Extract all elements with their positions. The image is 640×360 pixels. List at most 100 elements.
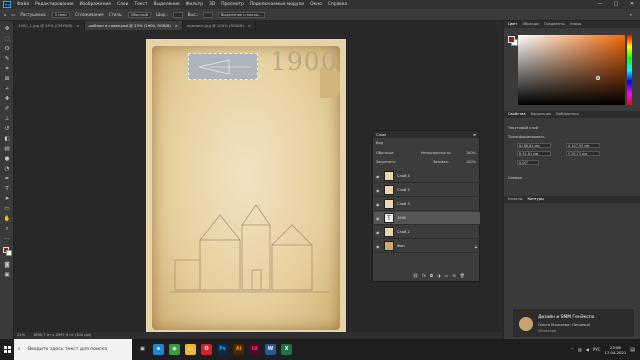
quick-mask-icon[interactable]: ◙	[3, 261, 11, 269]
shape-tool-icon[interactable]: ▭	[3, 205, 11, 213]
marquee-tool-icon[interactable]: ⬚	[3, 35, 11, 43]
link-layers-icon[interactable]: ⛓	[413, 273, 418, 278]
photoshop-icon[interactable]: Ps	[217, 344, 228, 355]
zoom-tool-icon[interactable]: ⌕	[3, 225, 11, 233]
more-tools-icon[interactable]: ⋯	[3, 235, 11, 243]
hue-slider[interactable]	[627, 35, 632, 105]
height-field[interactable]: В 51,81 мм	[517, 151, 551, 156]
frame-tool-icon[interactable]: ⊠	[3, 75, 11, 83]
opacity-value[interactable]: 100%	[466, 151, 476, 155]
hand-tool-icon[interactable]: ✋	[3, 215, 11, 223]
menu-help[interactable]: Справка	[328, 2, 347, 7]
tab-patterns[interactable]: Узоры	[570, 21, 581, 28]
minimize-button[interactable]: —	[592, 0, 608, 9]
close-tab-icon[interactable]: ×	[175, 21, 178, 30]
search-icon[interactable]: ⌕	[630, 12, 632, 17]
layer-row[interactable]: ◉ Слой 2	[374, 226, 480, 239]
volume-icon[interactable]: ◀	[586, 347, 589, 352]
layer-filter-kind[interactable]: Вид	[376, 141, 383, 145]
add-mask-icon[interactable]: ◘	[430, 273, 433, 278]
language-indicator[interactable]: РУС	[593, 347, 601, 352]
tray-chevron-icon[interactable]: ⌃	[571, 347, 574, 352]
healing-brush-icon[interactable]: ✚	[3, 95, 11, 103]
color-picker-field[interactable]	[518, 35, 625, 105]
tab-1900-jpg[interactable]: 1900_1.jpg @ 25% (CMYK/8) ×	[14, 21, 85, 30]
file-explorer-icon[interactable]: ▭	[185, 344, 196, 355]
menu-3d[interactable]: 3D	[209, 2, 215, 7]
visibility-eye-icon[interactable]: ◉	[376, 216, 381, 221]
new-group-icon[interactable]: ▭	[445, 273, 449, 278]
visibility-eye-icon[interactable]: ◉	[376, 230, 381, 235]
panel-menu-icon[interactable]: ≡	[473, 131, 476, 138]
brush-tool-icon[interactable]: ✐	[3, 105, 11, 113]
height-input[interactable]	[203, 11, 213, 18]
blend-mode-select[interactable]: Обычные	[376, 151, 393, 155]
tab-swatches[interactable]: Образцы	[522, 21, 539, 28]
blur-tool-icon[interactable]: ●	[3, 155, 11, 163]
layer-row[interactable]: ◉ T 1900	[374, 212, 480, 225]
whatsapp-notification[interactable]: Дизайн и SMM ГенЭкспо Ольга Можаева: Лич…	[512, 308, 635, 338]
background-color-swatch[interactable]	[6, 250, 12, 256]
marquee-tool-icon[interactable]: ▭	[12, 12, 16, 17]
tab-libraries[interactable]: Библиотеки	[556, 111, 579, 118]
tab-channels[interactable]: Каналы	[508, 196, 522, 203]
indesign-icon[interactable]: Id	[249, 344, 260, 355]
windows-start-icon[interactable]	[0, 339, 14, 360]
new-layer-icon[interactable]: ⊞	[452, 273, 455, 278]
edge-icon[interactable]: e	[153, 344, 164, 355]
history-brush-icon[interactable]: ↺	[3, 125, 11, 133]
width-field[interactable]: Ш 86,81 мм	[517, 143, 551, 148]
visibility-eye-icon[interactable]: ◉	[376, 244, 381, 249]
selected-text-layer-bounds[interactable]	[188, 53, 258, 80]
layer-row[interactable]: ◉ Слой 5	[374, 184, 480, 197]
gradient-tool-icon[interactable]: ▤	[3, 145, 11, 153]
crop-tool-icon[interactable]: ⌗	[3, 65, 11, 73]
layer-row[interactable]: ◉ Слой 4	[374, 170, 480, 183]
quick-select-tool-icon[interactable]: ✎	[3, 55, 11, 63]
eyedropper-tool-icon[interactable]: ⌿	[3, 85, 11, 93]
tab-adjustments[interactable]: Коррекция	[531, 111, 552, 118]
menu-window[interactable]: Окно	[310, 2, 322, 7]
visibility-eye-icon[interactable]: ◉	[376, 188, 381, 193]
task-view-icon[interactable]: ▣	[137, 344, 148, 355]
tab-template-psd[interactable]: шаблон в слове.psd @ 25% (1900, RGB/8) ×	[84, 21, 183, 30]
clock[interactable]: 23:08 17.04.2021	[605, 345, 627, 355]
tab-paths[interactable]: Контуры	[527, 196, 543, 203]
screen-mode-icon[interactable]: ▣	[3, 271, 11, 279]
path-select-icon[interactable]: ➤	[3, 195, 11, 203]
eraser-tool-icon[interactable]: ◧	[3, 135, 11, 143]
fx-icon[interactable]: fx	[422, 273, 426, 278]
foreground-color-swatch[interactable]	[508, 36, 515, 43]
illustrator-icon[interactable]: Ai	[233, 344, 244, 355]
layer-row[interactable]: ◉ Фон 🔒︎	[374, 240, 480, 253]
y-field[interactable]: Y 20,73 мм	[566, 151, 600, 156]
type-tool-icon[interactable]: T	[3, 185, 11, 193]
menu-type[interactable]: Текст	[134, 2, 147, 7]
style-select[interactable]: Обычный	[127, 11, 152, 18]
tab-color[interactable]: Цвет	[508, 21, 517, 28]
dodge-tool-icon[interactable]: ◔	[3, 165, 11, 173]
notifications-icon[interactable]: ▤	[630, 347, 635, 353]
menu-select[interactable]: Выделение	[153, 2, 179, 7]
color-picker-cursor[interactable]	[596, 76, 600, 80]
taskbar-search-input[interactable]: ⌕ Введите здесь текст для поиска	[14, 339, 132, 360]
menu-view[interactable]: Просмотр	[221, 2, 244, 7]
clone-stamp-icon[interactable]: ⊥	[3, 115, 11, 123]
layer-row[interactable]: ◉ Слой 3	[374, 198, 480, 211]
menu-filter[interactable]: Фильтр	[186, 2, 203, 7]
menu-image[interactable]: Изображение	[79, 2, 111, 7]
move-tool-icon[interactable]: ✥	[3, 25, 11, 33]
excel-icon[interactable]: X	[281, 344, 292, 355]
width-input[interactable]	[173, 11, 183, 18]
close-tab-icon[interactable]: ×	[76, 21, 79, 30]
menu-layers[interactable]: Слои	[117, 2, 128, 7]
home-icon[interactable]: ⌂	[4, 12, 7, 17]
tab-gradients[interactable]: Градиенты	[544, 21, 565, 28]
select-and-mask-button[interactable]: Выделение и маска...	[217, 11, 265, 18]
chrome-icon[interactable]: ◉	[169, 344, 180, 355]
visibility-eye-icon[interactable]: ◉	[376, 174, 381, 179]
fill-value[interactable]: 100%	[466, 160, 476, 164]
adjustment-layer-icon[interactable]: ◑	[437, 273, 441, 278]
menu-edit[interactable]: Редактирование	[35, 2, 73, 7]
zoom-level[interactable]: 25%	[17, 332, 25, 339]
